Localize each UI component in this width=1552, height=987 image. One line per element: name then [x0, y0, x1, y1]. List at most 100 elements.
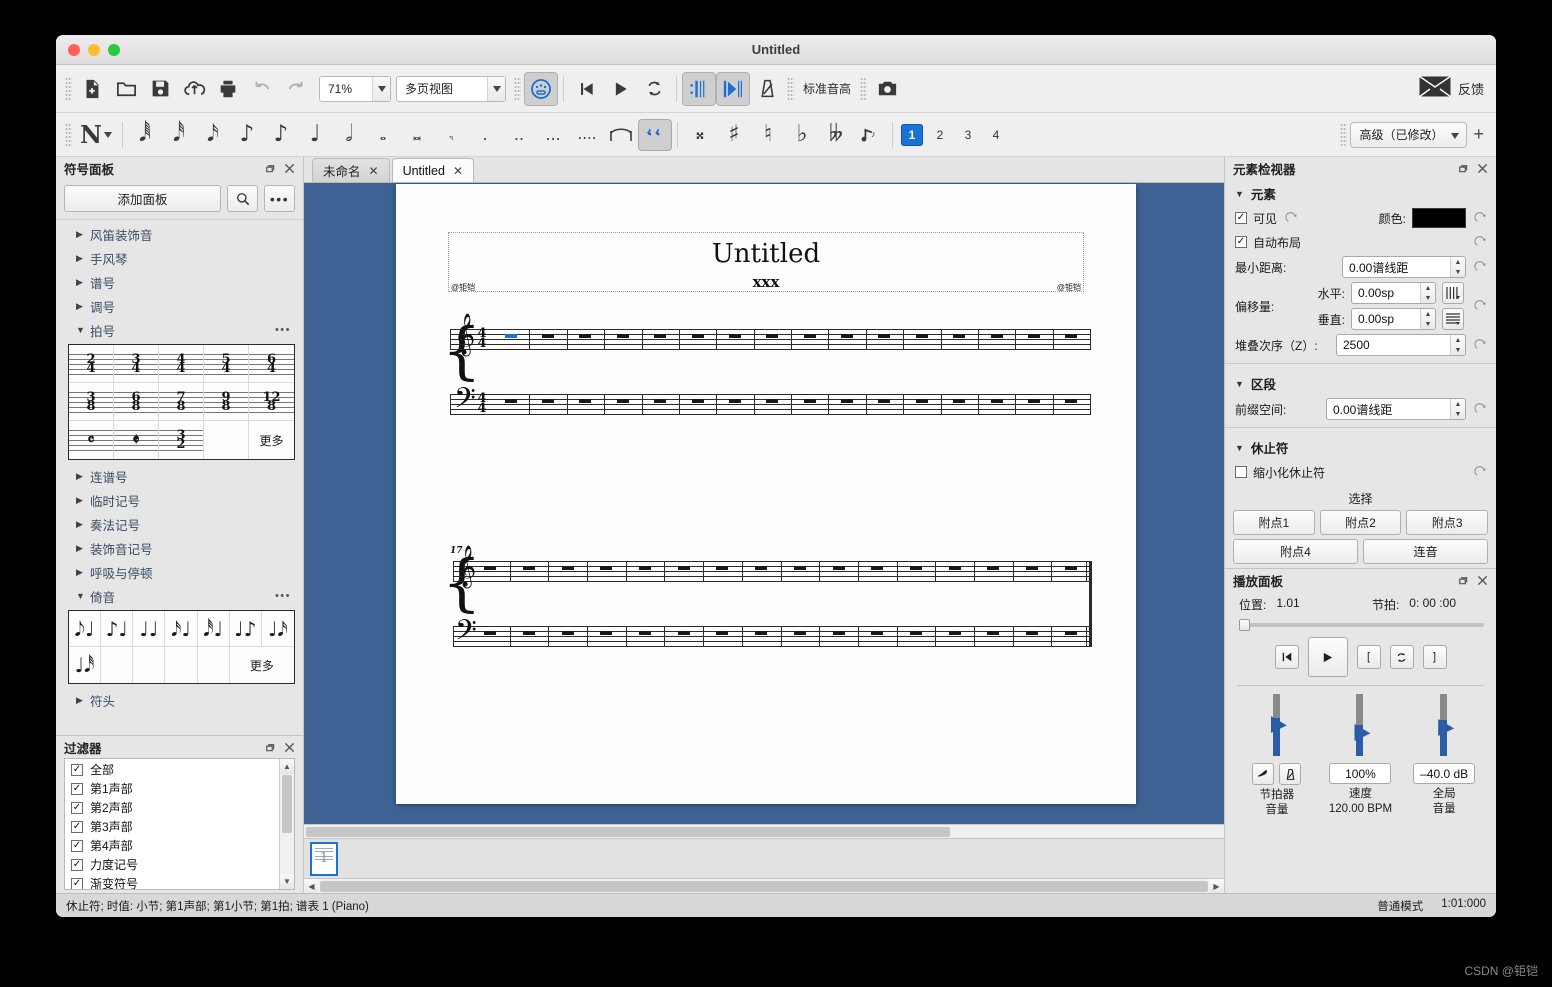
close-icon[interactable]	[284, 742, 295, 753]
barline[interactable]	[1051, 626, 1053, 647]
barline[interactable]	[857, 561, 859, 582]
tempo-value[interactable]: 100%	[1329, 763, 1392, 784]
play-repeats-icon[interactable]	[682, 71, 716, 106]
close-icon[interactable]	[1477, 163, 1488, 174]
measure-rest-bass[interactable]	[484, 631, 497, 635]
measure-rest-bass[interactable]	[1025, 631, 1038, 635]
voice-3-button[interactable]: 3	[957, 124, 979, 146]
measure-rest-bass[interactable]	[523, 631, 536, 635]
measure-rest-bass[interactable]	[915, 399, 928, 403]
scroll-right-icon[interactable]: ▶	[1209, 878, 1224, 894]
dot3-button[interactable]: 附点3	[1406, 510, 1489, 535]
duration-breve-icon[interactable]: 𝅜	[400, 119, 434, 151]
barline[interactable]	[1012, 561, 1014, 582]
reset-icon[interactable]	[1283, 210, 1299, 226]
barline[interactable]	[625, 626, 627, 647]
measure-rest-bass[interactable]	[948, 631, 961, 635]
time-signature-bass[interactable]: 4 4	[475, 392, 489, 415]
scrollbar-thumb[interactable]	[306, 826, 950, 837]
scrollbar-thumb[interactable]	[282, 775, 292, 833]
measure-rest-bass[interactable]	[1065, 399, 1078, 403]
barline[interactable]	[587, 626, 589, 647]
midi-input-icon[interactable]	[524, 71, 558, 106]
sharp-icon[interactable]: ♯	[717, 119, 751, 151]
master-volume-value[interactable]: –40.0 dB	[1413, 763, 1476, 784]
barline[interactable]	[780, 561, 782, 582]
barline[interactable]	[819, 561, 821, 582]
undock-icon[interactable]	[264, 742, 275, 753]
palette-item-clefs[interactable]: ▶ 谱号	[56, 270, 303, 294]
natural-icon[interactable]: ♮	[751, 119, 785, 151]
feedback-button[interactable]: 反馈	[1418, 74, 1484, 102]
barline[interactable]	[1090, 329, 1091, 350]
barline[interactable]	[741, 561, 743, 582]
spinner-buttons[interactable]: ▲ ▼	[1420, 309, 1435, 329]
barline[interactable]	[450, 394, 451, 415]
inspector-section-element[interactable]: ▼ 元素	[1225, 179, 1496, 206]
grace-cell-grace-16th[interactable]: 𝅘𝅥𝅯♩	[165, 611, 198, 647]
barline[interactable]	[828, 329, 830, 350]
scrollbar-thumb[interactable]	[320, 880, 1208, 892]
barline[interactable]	[935, 561, 937, 582]
timesig-cell-common[interactable]: 𝄴	[69, 421, 114, 459]
concert-pitch-label[interactable]: 标准音高	[797, 80, 857, 97]
dot-1-icon[interactable]: .	[468, 119, 502, 151]
loop-icon[interactable]	[637, 72, 671, 106]
barline[interactable]	[903, 394, 905, 415]
more-options-icon[interactable]: •••	[275, 590, 291, 602]
measure-rest-treble[interactable]	[691, 334, 704, 338]
barline[interactable]	[1052, 394, 1054, 415]
small-rest-checkbox[interactable]	[1235, 466, 1247, 478]
measure-rest-treble[interactable]	[915, 334, 928, 338]
grace-more-button[interactable]: 更多	[230, 647, 294, 683]
undock-icon[interactable]	[1457, 575, 1468, 586]
timesig-cell-6-8[interactable]: 68	[114, 383, 159, 421]
timesig-cell-7-8[interactable]: 78	[159, 383, 204, 421]
checkbox-checked-icon[interactable]: ✓	[71, 782, 83, 795]
more-options-icon[interactable]: •••	[275, 324, 291, 336]
barline[interactable]	[791, 329, 792, 350]
filter-row-dynamics[interactable]: ✓ 力度记号	[65, 855, 279, 874]
autoplace-checkbox[interactable]: ✓	[1235, 236, 1247, 248]
tab-untitled[interactable]: Untitled ✕	[391, 158, 475, 182]
grace-cell-grace-after-16th[interactable]: ♩𝅘𝅥𝅯	[261, 611, 294, 647]
filter-row-all[interactable]: ✓ 全部	[65, 760, 279, 779]
timesig-cell-3-2[interactable]: 32	[159, 421, 204, 459]
measure-rest-bass[interactable]	[728, 399, 741, 403]
measure-rest-bass[interactable]	[987, 631, 1000, 635]
checkbox-checked-icon[interactable]: ✓	[71, 839, 83, 852]
timesig-cell-3-8[interactable]: 38	[69, 383, 114, 421]
grace-cell-appoggiatura[interactable]: ♪♩	[101, 611, 134, 647]
measure-rest-bass[interactable]	[716, 631, 729, 635]
view-mode-combo[interactable]: 多页视图	[396, 75, 506, 102]
barline[interactable]	[641, 394, 643, 415]
measure-rest-treble[interactable]	[878, 334, 891, 338]
reset-icon[interactable]	[1472, 464, 1488, 480]
duration-quarter-icon[interactable]: ♩	[298, 119, 332, 151]
barline[interactable]	[641, 329, 643, 350]
barline[interactable]	[940, 394, 942, 415]
stacking-field[interactable]: 2500 ▲ ▼	[1336, 334, 1466, 356]
measure-rest-treble[interactable]	[1064, 566, 1077, 570]
note-input-mode-button[interactable]: N	[75, 119, 117, 151]
barline[interactable]	[453, 626, 454, 647]
tab-untitled-cn[interactable]: 未命名 ✕	[312, 158, 390, 182]
more-options-icon[interactable]: •••	[264, 185, 295, 212]
measure-rest-bass[interactable]	[793, 631, 806, 635]
measure-rest-bass[interactable]	[990, 399, 1003, 403]
barline[interactable]	[1051, 561, 1053, 582]
measure-rest-bass[interactable]	[1027, 399, 1040, 403]
timesig-cell-4-4[interactable]: 44	[159, 345, 204, 383]
filter-scrollbar[interactable]: ▲ ▼	[279, 759, 294, 889]
redo-icon[interactable]	[279, 72, 313, 106]
center-horizontal-scrollbar[interactable]: ◀ ▶	[304, 878, 1224, 894]
scroll-down-icon[interactable]: ▼	[280, 874, 294, 889]
dot-2-icon[interactable]: ..	[502, 119, 536, 151]
undo-icon[interactable]	[245, 72, 279, 106]
toolbar-grip[interactable]	[65, 76, 72, 101]
cloud-upload-icon[interactable]	[177, 72, 211, 106]
grace-cell-acciaccatura[interactable]: 𝅘𝅥𝅮♩	[69, 611, 102, 647]
timesig-cell-12-8[interactable]: 12 8	[249, 383, 294, 421]
measure-rest-bass[interactable]	[639, 631, 652, 635]
measure-rest-bass[interactable]	[909, 631, 922, 635]
